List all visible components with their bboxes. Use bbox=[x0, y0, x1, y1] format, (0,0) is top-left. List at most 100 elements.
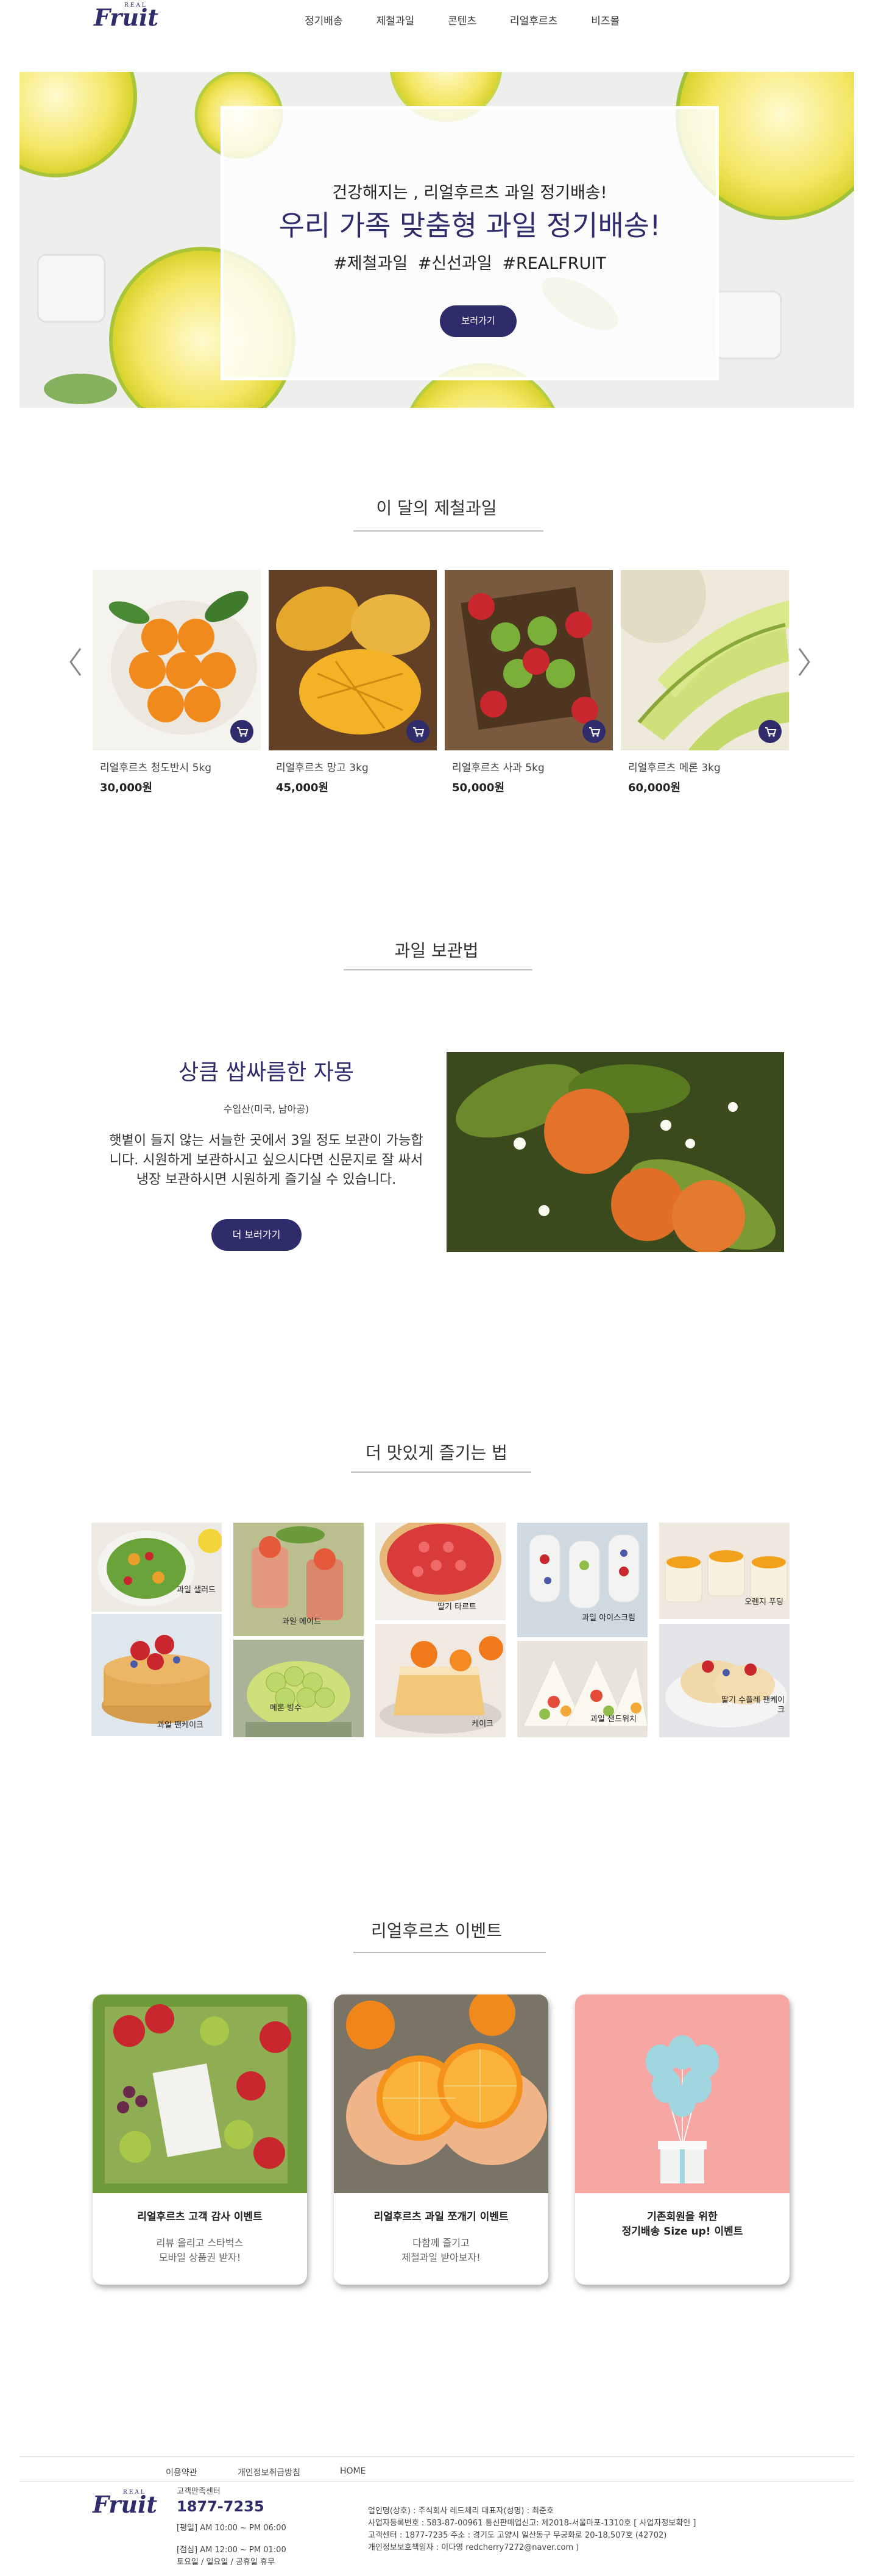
product-card[interactable]: 리얼후르츠 청도반시 5kg 30,000원 bbox=[93, 570, 261, 795]
product-price: 45,000원 bbox=[276, 781, 329, 794]
event-image bbox=[575, 1994, 790, 2193]
product-name: 리얼후르츠 사과 5kg bbox=[452, 762, 545, 774]
footer-divider bbox=[19, 2481, 854, 2482]
footer-link-home[interactable]: HOME bbox=[340, 2466, 366, 2476]
hero-text-box: 건강해지는 , 리얼후르츠 과일 정기배송! 우리 가족 맞춤형 과일 정기배송… bbox=[221, 106, 719, 380]
carousel-prev-icon[interactable] bbox=[67, 644, 85, 680]
event-image bbox=[93, 1994, 307, 2193]
product-card[interactable]: 리얼후르츠 망고 3kg 45,000원 bbox=[269, 570, 437, 795]
footer-logo[interactable]: REAL Fruit bbox=[91, 2487, 158, 2530]
event-desc-line: 리뷰 올리고 스타벅스 bbox=[156, 2237, 244, 2249]
logo[interactable]: REAL Fruit bbox=[93, 0, 160, 43]
company-info-line: 업인명(상호) : 주식회사 레드체리 대표자(성명) : 최준호 bbox=[368, 2507, 554, 2516]
nav-item-contents[interactable]: 콘텐츠 bbox=[448, 12, 476, 27]
product-card[interactable]: 리얼후르츠 메론 3kg 60,000원 bbox=[621, 570, 789, 795]
product-image-melon[interactable] bbox=[621, 570, 789, 750]
recipe-tile[interactable]: 케이크 bbox=[375, 1624, 506, 1737]
cs-hours-closed: 토요일 / 일요일 / 공휴일 휴무 bbox=[177, 2558, 275, 2567]
storage-description: 햇볕이 들지 않는 서늘한 곳에서 3일 정도 보관이 가능합 니다. 시원하게… bbox=[93, 1131, 440, 1190]
hero-subtitle: 건강해지는 , 리얼후르츠 과일 정기배송! bbox=[332, 183, 607, 202]
event-card[interactable]: 리얼후르츠 고객 감사 이벤트 리뷰 올리고 스타벅스 모바일 상품권 받자! bbox=[93, 1994, 307, 2285]
nav-item-subscription[interactable]: 정기배송 bbox=[305, 12, 343, 27]
events-section-title: 리얼후르츠 이벤트 bbox=[371, 1921, 502, 1941]
grapefruit-photo bbox=[447, 1052, 784, 1252]
event-title: 리얼후르츠 고객 감사 이벤트 bbox=[137, 2211, 263, 2223]
nav-item-seasonal[interactable]: 제철과일 bbox=[376, 12, 415, 27]
cs-hours-lunch: [점심] AM 12:00 ~ PM 01:00 bbox=[177, 2546, 286, 2555]
company-info-line: 개인정보보호책임자 : 이다영 redcherry7272@naver.com … bbox=[368, 2543, 579, 2552]
event-title: 리얼후르츠 과일 쪼개기 이벤트 bbox=[373, 2211, 509, 2223]
recipe-tile[interactable]: 과일 팬케이크 bbox=[91, 1614, 222, 1736]
hero-tags: #제철과일 #신선과일 #REALFRUIT bbox=[333, 254, 606, 273]
pancake-photo bbox=[91, 1614, 222, 1736]
cart-icon[interactable] bbox=[230, 720, 253, 743]
souffle-pancake-photo bbox=[659, 1624, 790, 1737]
hero-view-button[interactable]: 보러가기 bbox=[440, 305, 517, 337]
footer-link-terms[interactable]: 이용약관 bbox=[166, 2466, 197, 2478]
orange-split-photo bbox=[334, 1994, 548, 2193]
balloon-gift-photo bbox=[575, 1994, 790, 2193]
seasonal-title-divider bbox=[353, 530, 543, 532]
event-title-line2: 정기배송 Size up! 이벤트 bbox=[621, 2226, 743, 2238]
recipe-tile[interactable]: 딸기 수플레 팬케이크 bbox=[659, 1624, 790, 1737]
recipe-tile[interactable]: 과일 에이드 bbox=[233, 1523, 364, 1636]
cs-hours-weekday: [평일] AM 10:00 ~ PM 06:00 bbox=[177, 2524, 286, 2533]
recipe-tile[interactable]: 과일 샐러드 bbox=[91, 1523, 222, 1612]
product-image-persimmon[interactable] bbox=[93, 570, 261, 750]
product-card[interactable]: 리얼후르츠 사과 5kg 50,000원 bbox=[445, 570, 613, 795]
recipe-label: 오렌지 푸딩 bbox=[744, 1598, 783, 1607]
cs-label: 고객만족센터 bbox=[177, 2487, 221, 2496]
product-name: 리얼후르츠 망고 3kg bbox=[276, 762, 369, 774]
product-name: 리얼후르츠 메론 3kg bbox=[628, 762, 721, 774]
company-info-line: 사업자등록번호 : 583-87-00961 통신판매업신고: 제2018-서울… bbox=[368, 2519, 696, 2528]
site-header: REAL Fruit 정기배송 제철과일 콘텐츠 리얼후르츠 비즈몰 bbox=[0, 0, 873, 73]
product-price: 60,000원 bbox=[628, 781, 681, 794]
product-name: 리얼후르츠 청도반시 5kg bbox=[100, 762, 212, 774]
recipe-label: 과일 샌드위치 bbox=[590, 1715, 637, 1724]
product-image-apple[interactable] bbox=[445, 570, 613, 750]
recipe-label: 케이크 bbox=[472, 1720, 493, 1729]
recipe-label: 딸기 수플레 팬케이크 bbox=[721, 1696, 785, 1715]
recipe-tile[interactable]: 딸기 타르트 bbox=[375, 1523, 506, 1620]
storage-fruit-title: 상큼 쌉싸름한 자몽 bbox=[178, 1060, 354, 1085]
nav-item-bizmall[interactable]: 비즈몰 bbox=[591, 12, 620, 27]
main-nav: 정기배송 제철과일 콘텐츠 리얼후르츠 비즈몰 bbox=[305, 12, 653, 27]
recipe-tile[interactable]: 오렌지 푸딩 bbox=[659, 1523, 790, 1619]
salad-photo bbox=[91, 1523, 222, 1612]
recipe-tile[interactable]: 메론 빙수 bbox=[233, 1640, 364, 1737]
storage-desc-line: 냉장 보관하시면 시원하게 즐기실 수 있습니다. bbox=[136, 1172, 397, 1187]
cs-phone: 1877-7235 bbox=[177, 2498, 264, 2515]
product-price: 50,000원 bbox=[452, 781, 505, 794]
cart-icon[interactable] bbox=[582, 720, 606, 743]
event-image bbox=[334, 1994, 548, 2193]
seasonal-section-title: 이 달의 제철과일 bbox=[376, 498, 497, 518]
logo-word: Fruit bbox=[94, 4, 158, 31]
recipe-tile[interactable]: 과일 아이스크림 bbox=[517, 1523, 648, 1637]
cart-icon[interactable] bbox=[758, 720, 782, 743]
recipe-label: 딸기 타르트 bbox=[437, 1603, 476, 1612]
recipe-label: 과일 아이스크림 bbox=[582, 1614, 635, 1623]
event-desc-line: 다함께 즐기고 bbox=[412, 2237, 470, 2249]
recipe-label: 과일 에이드 bbox=[282, 1617, 321, 1626]
carousel-next-icon[interactable] bbox=[794, 644, 813, 680]
melon-bingsu-photo bbox=[233, 1640, 364, 1737]
hero-banner: 건강해지는 , 리얼후르츠 과일 정기배송! 우리 가족 맞춤형 과일 정기배송… bbox=[19, 72, 854, 408]
storage-title-divider bbox=[344, 969, 532, 970]
storage-origin: 수입산(미국, 남아공) bbox=[223, 1103, 309, 1115]
event-card[interactable]: 기존회원을 위한 정기배송 Size up! 이벤트 bbox=[575, 1994, 790, 2285]
recipe-label: 메론 빙수 bbox=[270, 1704, 302, 1713]
storage-more-button[interactable]: 더 보러가기 bbox=[211, 1219, 302, 1251]
recipe-label: 과일 팬케이크 bbox=[157, 1721, 203, 1730]
event-card[interactable]: 리얼후르츠 과일 쪼개기 이벤트 다함께 즐기고 제철과일 받아보자! bbox=[334, 1994, 548, 2285]
company-info-line: 고객센터 : 1877-7235 주소 : 경기도 고양시 일산동구 무궁화로 … bbox=[368, 2531, 667, 2540]
cart-icon[interactable] bbox=[406, 720, 429, 743]
event-desc-line: 모바일 상품권 받자! bbox=[158, 2252, 241, 2263]
nav-item-realfruit[interactable]: 리얼후르츠 bbox=[510, 12, 557, 27]
storage-desc-line: 니다. 시원하게 보관하시고 싶으시다면 신문지로 잘 싸서 bbox=[109, 1153, 423, 1168]
event-desc-line: 제철과일 받아보자! bbox=[401, 2252, 481, 2263]
recipes-title-divider bbox=[351, 1471, 531, 1473]
events-title-divider bbox=[353, 1952, 546, 1953]
recipe-tile[interactable]: 과일 샌드위치 bbox=[517, 1641, 648, 1737]
footer-link-privacy[interactable]: 개인정보취급방침 bbox=[238, 2466, 300, 2478]
product-image-mango[interactable] bbox=[269, 570, 437, 750]
